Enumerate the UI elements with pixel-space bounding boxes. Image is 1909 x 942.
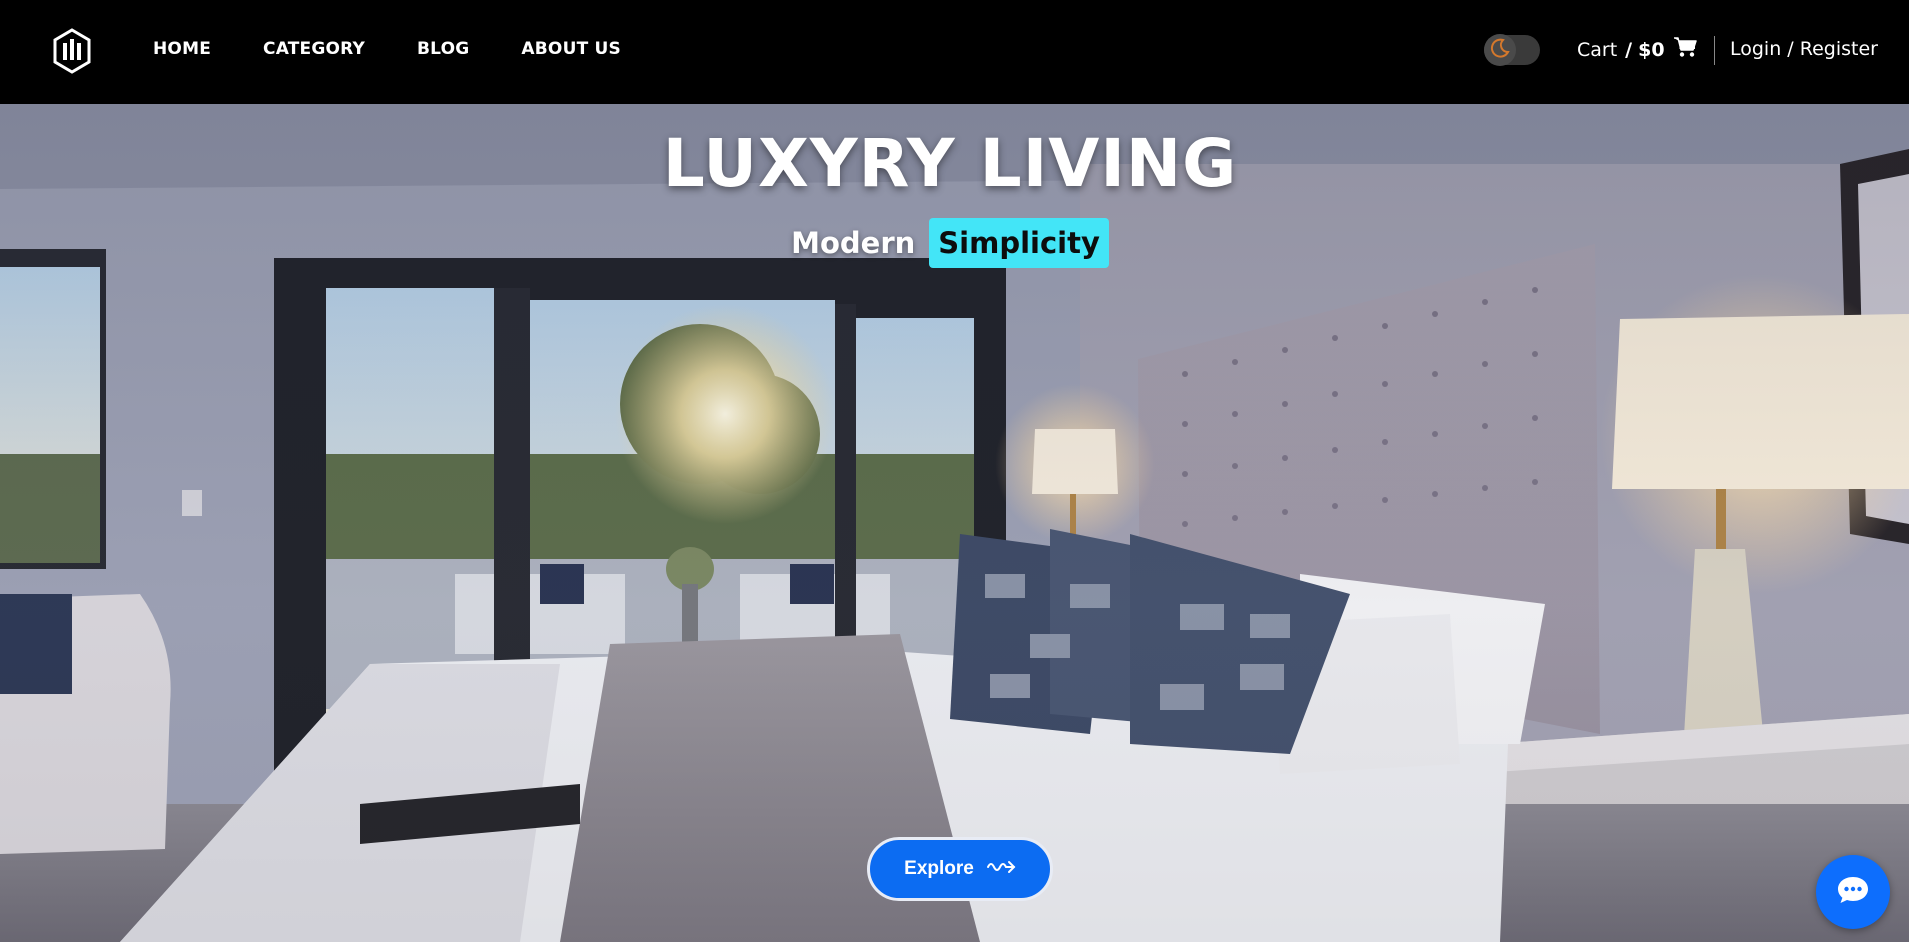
hero-section: LUXYRY LIVING Modern Simplicity Explore: [0, 104, 1909, 942]
nav-link-category[interactable]: CATEGORY: [263, 39, 365, 59]
shopping-cart-icon: [1673, 36, 1697, 63]
squiggle-arrow-icon: [986, 858, 1016, 880]
toggle-knob: [1484, 34, 1516, 66]
hero-subtitle: Modern Simplicity: [0, 218, 1900, 268]
nav-link-blog[interactable]: BLOG: [417, 39, 469, 59]
nav-link-home[interactable]: HOME: [153, 39, 211, 59]
subtitle-highlight-word: Simplicity: [929, 218, 1109, 268]
cart-link[interactable]: Cart / $0: [1577, 36, 1697, 63]
cart-amount: $0: [1638, 38, 1665, 61]
subtitle-static-word: Modern: [791, 226, 916, 260]
nav-link-about-us[interactable]: ABOUT US: [521, 39, 621, 59]
chat-bubble-icon: [1836, 875, 1870, 909]
moon-icon: [1488, 36, 1512, 64]
cart-separator: /: [1625, 38, 1633, 61]
main-nav: HOME CATEGORY BLOG ABOUT US: [153, 0, 673, 98]
hero-title: LUXYRY LIVING: [662, 125, 1238, 202]
login-register-link[interactable]: Login / Register: [1730, 38, 1878, 60]
cart-label: Cart: [1577, 38, 1618, 61]
brand-logo-icon[interactable]: [52, 28, 92, 74]
explore-button[interactable]: Explore: [867, 837, 1053, 901]
nav-divider: [1714, 36, 1715, 65]
chat-button[interactable]: [1816, 855, 1890, 929]
dark-mode-toggle[interactable]: [1484, 34, 1540, 66]
explore-button-label: Explore: [904, 858, 974, 879]
top-navbar: HOME CATEGORY BLOG ABOUT US Cart / $0 Lo…: [0, 0, 1909, 104]
